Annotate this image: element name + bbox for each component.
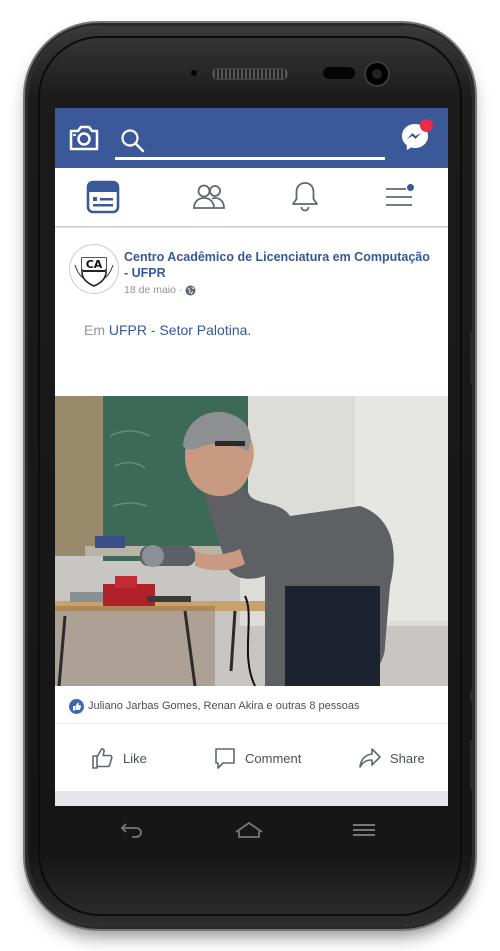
side-button [470,330,474,384]
news-feed-icon[interactable] [86,180,122,214]
reactions-bar[interactable]: Juliano Jarbas Gomes, Renan Akira e outr… [55,689,448,724]
camera-icon[interactable] [68,124,100,152]
share-icon [359,748,381,768]
next-post-peek [55,791,448,806]
top-bar [55,108,448,168]
side-button [470,690,474,702]
recent-apps-icon[interactable] [349,818,379,842]
notification-badge [420,119,433,132]
post-date[interactable]: 18 de maio [124,284,176,296]
avatar-text: CA [86,258,103,271]
share-label: Share [390,750,425,766]
system-navigation [55,806,448,856]
globe-icon [185,285,196,295]
side-button [470,740,474,790]
page-name-link[interactable]: Centro Acadêmico de Licenciatura em Comp… [124,249,434,281]
front-camera [366,63,388,85]
comment-button[interactable]: Comment [213,741,301,775]
like-icon [92,748,113,769]
nav-bar [55,168,448,227]
post-actions: Like Comment Share [55,733,448,783]
post-card: CA Centro Acadêmico de Licenciatura em C… [55,228,448,793]
home-icon[interactable] [233,818,263,842]
search-input[interactable] [151,126,385,156]
front-sensor [191,70,197,76]
search-icon[interactable] [120,128,146,154]
location-link[interactable]: UFPR - Setor Palotina. [109,322,251,338]
comment-icon [215,748,235,769]
menu-icon[interactable] [384,180,420,214]
post-meta: 18 de maio · [124,284,196,296]
meta-separator: · [178,284,183,296]
earpiece-speaker [212,68,288,80]
share-button[interactable]: Share [358,741,425,775]
proximity-sensor [323,67,355,79]
page-avatar[interactable]: CA [69,244,119,294]
likes-text[interactable]: Juliano Jarbas Gomes, Renan Akira e outr… [88,700,359,712]
notifications-icon[interactable] [288,180,324,214]
search-underline [115,157,385,160]
like-label: Like [123,750,147,766]
post-photo[interactable] [55,396,448,686]
comment-label: Comment [245,750,302,766]
post-text: Em UFPR - Setor Palotina. [84,322,251,338]
app-screen: CA Centro Acadêmico de Licenciatura em C… [55,108,448,806]
post-text-prefix: Em [84,322,105,338]
menu-notification-dot [407,184,414,191]
back-icon[interactable] [117,818,147,842]
friends-icon[interactable] [192,180,228,214]
like-button[interactable]: Like [91,741,147,775]
like-reaction-icon [69,699,84,714]
